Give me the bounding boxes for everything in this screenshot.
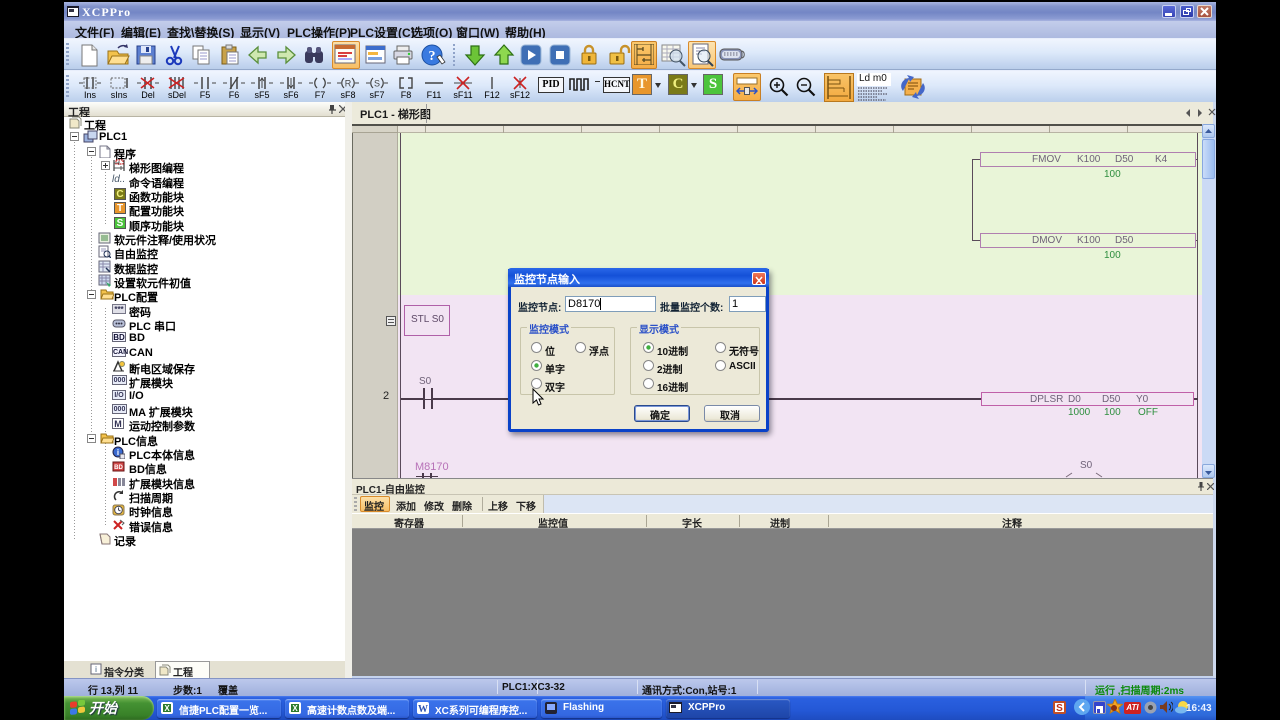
svg-text:X: X	[292, 704, 298, 713]
svg-text:BD: BD	[114, 465, 123, 471]
svg-text:W: W	[418, 704, 428, 715]
svg-text:?: ?	[429, 49, 436, 64]
svg-text:S: S	[374, 79, 380, 89]
svg-text:i: i	[117, 448, 119, 457]
svg-text:i: i	[95, 665, 97, 674]
svg-text:R: R	[345, 79, 352, 89]
svg-text:X: X	[164, 704, 170, 713]
